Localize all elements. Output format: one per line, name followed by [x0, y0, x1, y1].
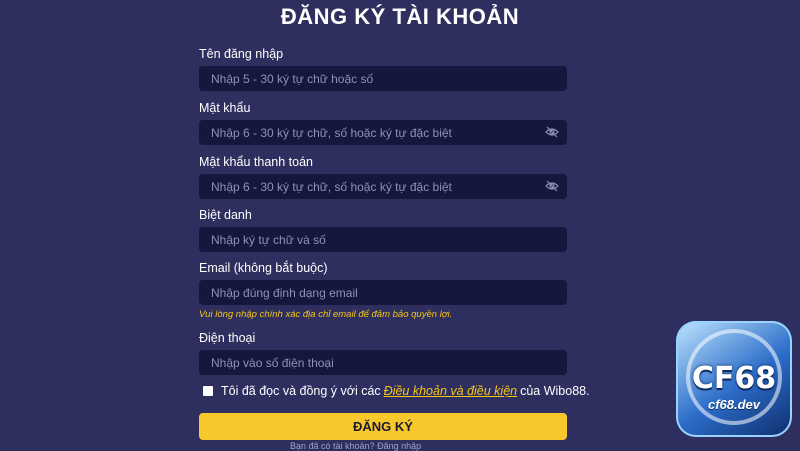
terms-link[interactable]: Điều khoản và điều kiện	[384, 384, 517, 398]
email-input[interactable]	[209, 284, 557, 301]
terms-prefix: Tôi đã đọc và đồng ý với các	[221, 384, 381, 398]
phone-input-wrapper[interactable]	[199, 350, 567, 375]
login-prompt[interactable]: Bạn đã có tài khoản? Đăng nhập	[290, 441, 510, 451]
username-input-wrapper[interactable]	[199, 66, 567, 91]
username-field-group: Tên đăng nhập	[199, 46, 567, 91]
payment-password-input-wrapper[interactable]	[199, 174, 567, 199]
nickname-input-wrapper[interactable]	[199, 227, 567, 252]
terms-checkbox[interactable]	[203, 386, 213, 396]
logo-brand: CF68	[691, 361, 777, 396]
nickname-label: Biệt danh	[199, 208, 252, 222]
eye-slash-icon[interactable]	[545, 180, 559, 192]
username-label: Tên đăng nhập	[199, 47, 284, 61]
payment-password-label: Mật khẩu thanh toán	[199, 155, 313, 169]
cf68-logo: CF68 cf68.dev	[676, 321, 792, 437]
password-field-group: Mật khẩu	[199, 100, 567, 145]
email-input-wrapper[interactable]	[199, 280, 567, 305]
terms-suffix: của Wibo88.	[520, 384, 590, 398]
phone-field-group: Điện thoại	[199, 330, 567, 375]
phone-input[interactable]	[209, 354, 557, 371]
nickname-input[interactable]	[209, 231, 557, 248]
page-title: ĐĂNG KÝ TÀI KHOẢN	[280, 4, 520, 29]
email-field-group: Email (không bắt buộc) Vui lòng nhập chí…	[199, 260, 567, 320]
email-label: Email (không bắt buộc)	[199, 261, 328, 275]
password-input[interactable]	[209, 124, 557, 141]
email-hint: Vui lòng nhập chính xác địa chỉ email để…	[199, 309, 453, 320]
payment-password-field-group: Mật khẩu thanh toán	[199, 154, 567, 199]
logo-domain: cf68.dev	[707, 397, 761, 412]
phone-label: Điện thoại	[199, 331, 256, 345]
terms-agreement: Tôi đã đọc và đồng ý với các Điều khoản …	[203, 384, 590, 398]
eye-slash-icon[interactable]	[545, 126, 559, 138]
nickname-field-group: Biệt danh	[199, 207, 567, 252]
password-input-wrapper[interactable]	[199, 120, 567, 145]
password-label: Mật khẩu	[199, 101, 251, 115]
username-input[interactable]	[209, 70, 557, 87]
payment-password-input[interactable]	[209, 178, 557, 195]
register-button[interactable]: ĐĂNG KÝ	[199, 413, 567, 440]
